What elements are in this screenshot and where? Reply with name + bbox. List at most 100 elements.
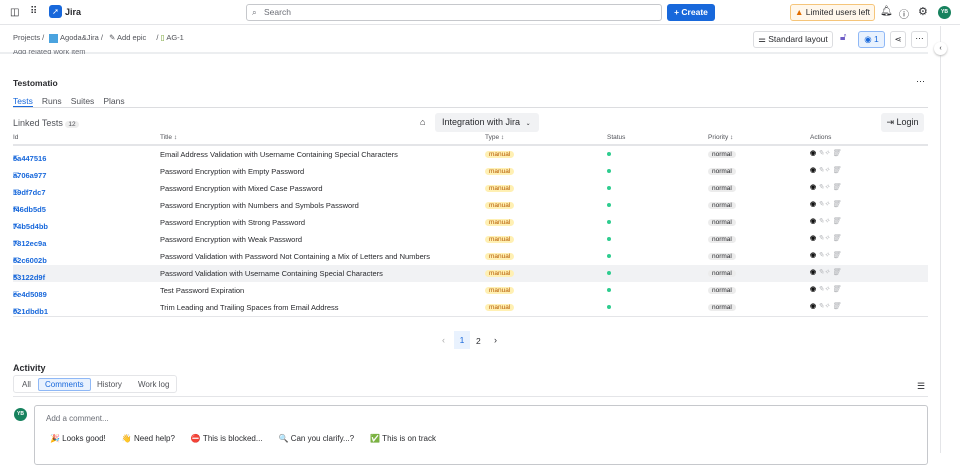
quick-reply-on-track[interactable]: ✅ This is on track (370, 434, 436, 443)
comment-input[interactable]: Add a comment... 🎉 Looks good! 👋 Need hel… (34, 405, 928, 465)
priority-badge: normal (708, 270, 736, 277)
delete-icon[interactable]: 🗑︎ (832, 252, 841, 259)
add-related-work-item[interactable]: Add related work item (13, 50, 86, 56)
ai-icon[interactable]: ✧ (824, 218, 830, 225)
delete-icon[interactable]: 🗑︎ (832, 269, 841, 276)
prev-page-button[interactable]: ‹ (442, 335, 445, 345)
view-icon[interactable]: ◉ (810, 286, 816, 293)
row-actions: ◉ ✎✧ 🗑︎ (810, 166, 841, 174)
activity-title: Activity (13, 363, 46, 373)
watchers-button[interactable]: ◉ 1 (858, 31, 885, 48)
ai-icon[interactable]: ✧ (824, 235, 830, 242)
type-badge: manual (485, 236, 515, 243)
ai-icon[interactable]: ✧ (824, 286, 830, 293)
delete-icon[interactable]: 🗑︎ (832, 218, 841, 225)
view-icon[interactable]: ◉ (810, 303, 816, 310)
page-1-button[interactable]: 1 (454, 331, 470, 349)
delete-icon[interactable]: 🗑︎ (832, 150, 841, 157)
breadcrumb-issue[interactable]: AG-1 (166, 33, 184, 42)
quick-reply-looks-good[interactable]: 🎉 Looks good! (50, 434, 106, 443)
panel-more-icon[interactable]: ⋯ (916, 76, 925, 87)
help-icon[interactable]: ⓘ (899, 6, 909, 21)
test-title: Password Encryption with Weak Password (160, 235, 303, 244)
delete-icon[interactable]: 🗑︎ (832, 286, 841, 293)
share-button[interactable]: ⋖ (890, 31, 906, 48)
quick-reply-clarify[interactable]: 🔍 Can you clarify...? (279, 434, 355, 443)
table-row: ⇱ 19df7dc7 Password Encryption with Mixe… (13, 180, 928, 197)
tab-tests[interactable]: Tests (13, 96, 33, 106)
type-badge: manual (485, 287, 515, 294)
view-icon[interactable]: ◉ (810, 201, 816, 208)
quick-reply-blocked[interactable]: ⛔ This is blocked... (191, 434, 263, 443)
integration-dropdown[interactable]: Integration with Jira ⌄ (435, 113, 539, 132)
activity-tab-worklog[interactable]: Work log (138, 380, 169, 389)
settings-icon[interactable]: ⚙ (918, 5, 928, 18)
standard-layout-button[interactable]: ⚌ Standard layout (753, 31, 833, 48)
breadcrumb-projects[interactable]: Projects (13, 33, 40, 42)
next-page-button[interactable]: › (494, 335, 497, 345)
ai-icon[interactable]: ✧ (824, 252, 830, 259)
ai-icon[interactable]: ✧ (824, 184, 830, 191)
ai-icon[interactable]: ✧ (824, 167, 830, 174)
view-icon[interactable]: ◉ (810, 218, 816, 225)
tab-runs[interactable]: Runs (42, 96, 62, 106)
create-button[interactable]: + Create (667, 4, 715, 21)
login-button[interactable]: ⇥ Login (881, 113, 924, 132)
app-name[interactable]: Jira (65, 7, 81, 17)
table-row: ⇱ f46db5d5 Password Encryption with Numb… (13, 197, 928, 214)
view-icon[interactable]: ◉ (810, 235, 816, 242)
column-header-type[interactable]: Type ↕ (485, 134, 504, 141)
tab-plans[interactable]: Plans (103, 96, 124, 106)
priority-badge: normal (708, 253, 736, 260)
lock-icon[interactable]: 🔓︎ (840, 32, 846, 43)
ai-icon[interactable]: ✧ (824, 303, 830, 310)
view-icon[interactable]: ◉ (810, 252, 816, 259)
sidebar-toggle-icon[interactable]: ◫ (10, 7, 19, 18)
ai-icon[interactable]: ✧ (824, 269, 830, 276)
type-badge: manual (485, 168, 515, 175)
page-2-button[interactable]: 2 (476, 336, 481, 346)
delete-icon[interactable]: 🗑︎ (832, 201, 841, 208)
view-icon[interactable]: ◉ (810, 150, 816, 157)
delete-icon[interactable]: 🗑︎ (832, 235, 841, 242)
app-switcher-icon[interactable]: ⠿ (30, 6, 37, 17)
delete-icon[interactable]: 🗑︎ (832, 303, 841, 310)
delete-icon[interactable]: 🗑︎ (832, 167, 841, 174)
ai-icon[interactable]: ✧ (824, 201, 830, 208)
status-dot (607, 203, 611, 207)
tab-suites[interactable]: Suites (71, 96, 95, 106)
column-header-title[interactable]: Title ↕ (160, 134, 177, 141)
column-header-priority[interactable]: Priority ↕ (708, 134, 733, 141)
home-icon[interactable]: ⌂ (420, 117, 425, 127)
jira-logo-icon[interactable]: ➚ (49, 5, 62, 18)
status-dot (607, 254, 611, 258)
quick-reply-need-help[interactable]: 👋 Need help? (122, 434, 175, 443)
view-icon[interactable]: ◉ (810, 269, 816, 276)
more-actions-button[interactable]: ⋯ (911, 31, 928, 48)
notifications-icon[interactable]: 🔔︎ (880, 6, 893, 17)
test-id: f46db5d5 (13, 205, 46, 214)
chevron-down-icon: ⌄ (525, 121, 531, 127)
test-id: 19df7dc7 (13, 188, 46, 197)
activity-tab-history[interactable]: History (97, 380, 122, 389)
view-icon[interactable]: ◉ (810, 167, 816, 174)
activity-tab-comments[interactable]: Comments (38, 378, 91, 391)
type-badge: manual (485, 270, 515, 277)
delete-icon[interactable]: 🗑︎ (832, 184, 841, 191)
limited-label: Limited users left (805, 7, 871, 17)
table-row: ⇱ a706a977 Password Encryption with Empt… (13, 163, 928, 180)
priority-badge: normal (708, 219, 736, 226)
table-row: ⇱ 021dbdb1 Trim Leading and Trailing Spa… (13, 299, 928, 316)
search-placeholder: Search (264, 7, 291, 17)
collapse-sidebar-button[interactable]: ‹ (934, 42, 947, 55)
view-icon[interactable]: ◉ (810, 184, 816, 191)
sort-icon[interactable]: ☰ (917, 381, 925, 392)
search-input[interactable]: ⌕ Search (246, 4, 662, 21)
activity-tab-all[interactable]: All (22, 380, 31, 389)
breadcrumb-project[interactable]: Agoda&Jira (60, 33, 99, 42)
integration-label: Integration with Jira (442, 117, 521, 127)
limited-users-button[interactable]: ▲ Limited users left (790, 4, 875, 21)
breadcrumb-add-epic[interactable]: Add epic (117, 33, 146, 42)
ai-icon[interactable]: ✧ (824, 150, 830, 157)
user-avatar[interactable]: YB (938, 6, 951, 19)
